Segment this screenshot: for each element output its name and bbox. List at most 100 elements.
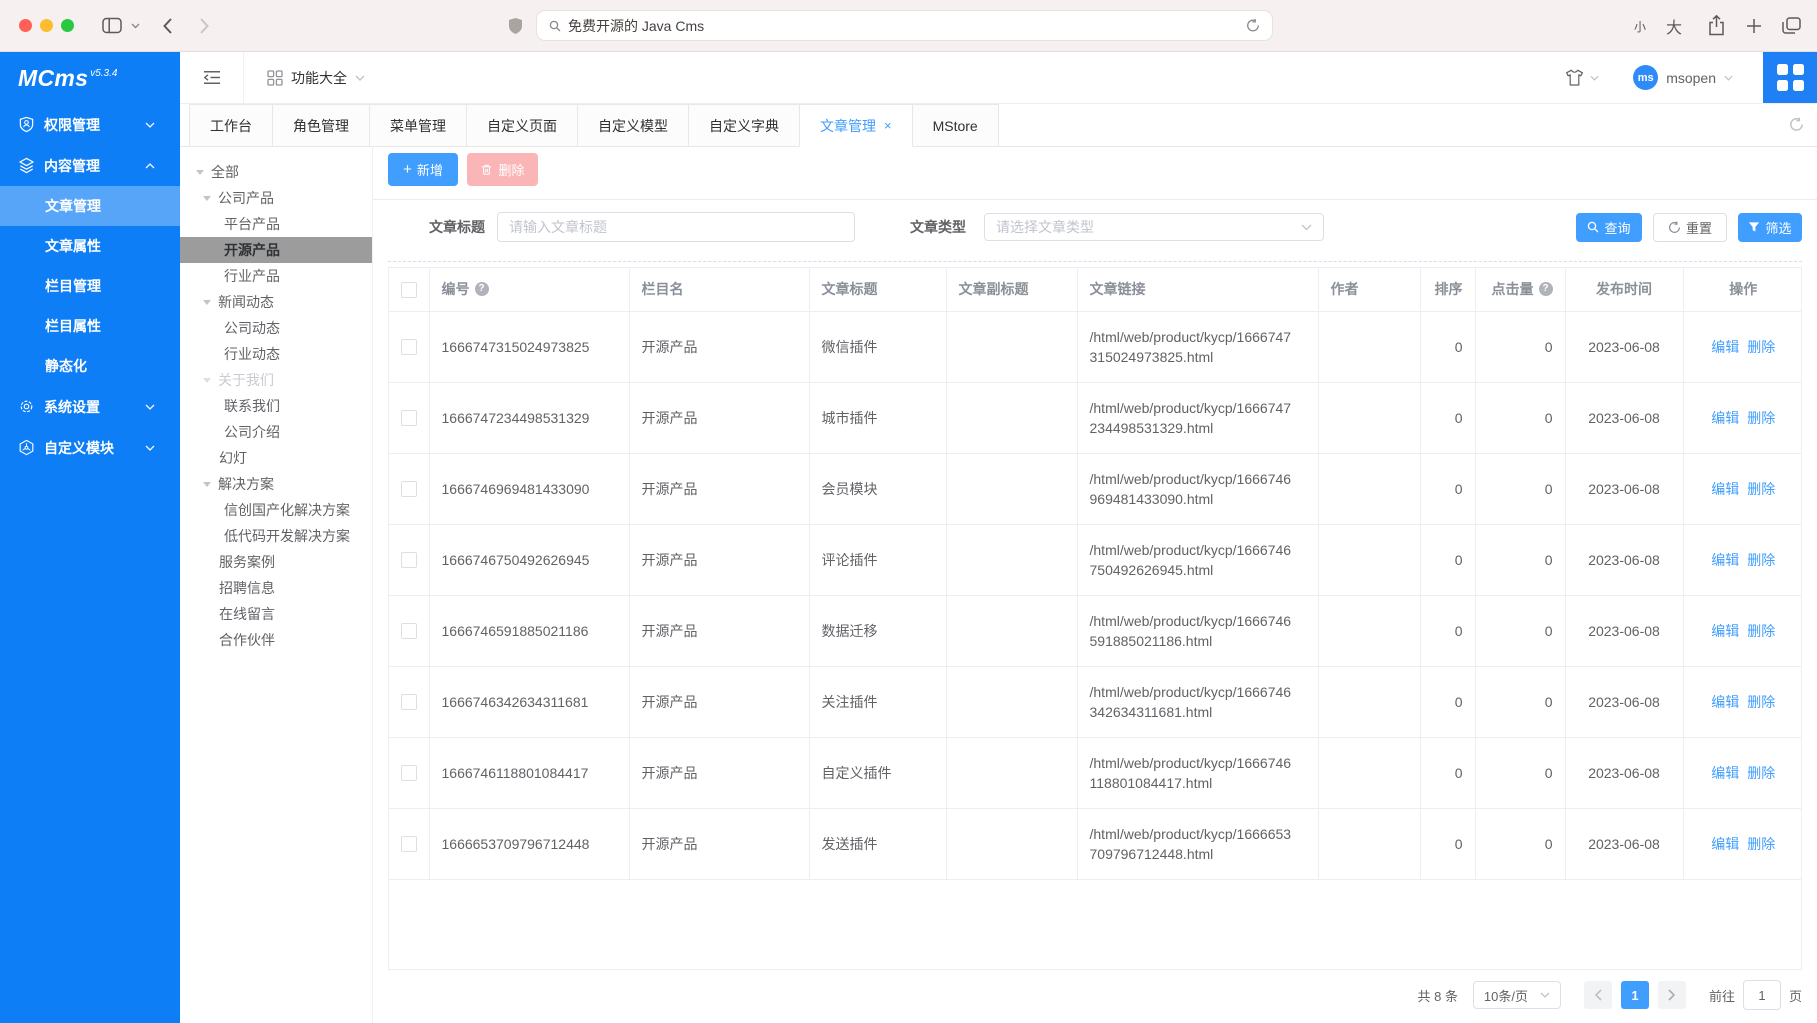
tree-item[interactable]: 平台产品	[180, 211, 372, 237]
edit-link[interactable]: 编辑	[1711, 552, 1739, 568]
caret-down-icon[interactable]	[196, 170, 204, 175]
reload-icon[interactable]	[1246, 18, 1260, 33]
caret-down-icon[interactable]	[203, 482, 211, 487]
row-checkbox[interactable]	[401, 623, 417, 639]
tree-item[interactable]: 联系我们	[180, 393, 372, 419]
add-button[interactable]: + 新增	[388, 153, 458, 186]
tree-item[interactable]: 低代码开发解决方案	[180, 523, 372, 549]
sidebar-group-settings[interactable]: 系统设置	[0, 386, 180, 427]
tab-4[interactable]: 自定义页面	[466, 104, 578, 147]
delete-link[interactable]: 删除	[1747, 694, 1775, 710]
delete-link[interactable]: 删除	[1747, 552, 1775, 568]
current-page-button[interactable]: 1	[1621, 981, 1649, 1009]
delete-link[interactable]: 删除	[1747, 410, 1775, 426]
tree-item[interactable]: 开源产品	[180, 237, 372, 263]
tree-item[interactable]: 在线留言	[180, 601, 372, 627]
delete-link[interactable]: 删除	[1747, 481, 1775, 497]
tree-item[interactable]: 幻灯	[180, 445, 372, 471]
edit-link[interactable]: 编辑	[1711, 694, 1739, 710]
row-checkbox[interactable]	[401, 552, 417, 568]
sidebar-subitem-4[interactable]: 栏目属性	[0, 306, 180, 346]
caret-down-icon[interactable]	[203, 378, 211, 383]
new-tab-icon[interactable]	[1746, 18, 1762, 34]
caret-down-icon[interactable]	[203, 300, 211, 305]
tab-3[interactable]: 菜单管理	[369, 104, 467, 147]
tab-6[interactable]: 自定义字典	[688, 104, 800, 147]
prev-page-button[interactable]	[1584, 981, 1612, 1009]
reset-button[interactable]: 重置	[1653, 213, 1727, 242]
close-window-button[interactable]	[19, 19, 32, 32]
tree-item[interactable]: 招聘信息	[180, 575, 372, 601]
row-checkbox[interactable]	[401, 836, 417, 852]
text-zoom-in-icon[interactable]: 大	[1666, 14, 1682, 38]
caret-down-icon[interactable]	[203, 196, 211, 201]
edit-link[interactable]: 编辑	[1711, 765, 1739, 781]
sidebar-group-custom-modules[interactable]: 自定义模块	[0, 427, 180, 468]
tab-close-icon[interactable]: ×	[884, 119, 892, 132]
tree-item[interactable]: 服务案例	[180, 549, 372, 575]
query-button[interactable]: 查询	[1576, 213, 1642, 242]
page-size-select[interactable]: 10条/页	[1473, 981, 1561, 1009]
tree-item[interactable]: 公司动态	[180, 315, 372, 341]
title-filter-input[interactable]	[497, 212, 855, 242]
delete-button[interactable]: 删除	[467, 153, 538, 186]
sidebar-subitem-3[interactable]: 栏目管理	[0, 266, 180, 306]
tree-item[interactable]: 解决方案	[180, 471, 372, 497]
tree-item[interactable]: 行业产品	[180, 263, 372, 289]
user-menu[interactable]: ms msopen	[1633, 65, 1733, 90]
refresh-tabs-icon[interactable]	[1789, 117, 1804, 137]
row-checkbox[interactable]	[401, 765, 417, 781]
delete-link[interactable]: 删除	[1747, 339, 1775, 355]
address-bar[interactable]: 免费开源的 Java Cms	[536, 10, 1273, 41]
feature-menu[interactable]: 功能大全	[267, 68, 365, 88]
app-logo[interactable]: MCms v5.3.4	[0, 52, 180, 104]
privacy-shield-icon[interactable]	[508, 17, 523, 40]
maximize-window-button[interactable]	[61, 19, 74, 32]
row-checkbox[interactable]	[401, 481, 417, 497]
apps-grid-button[interactable]	[1763, 52, 1817, 103]
tab-1[interactable]: 工作台	[189, 104, 273, 147]
tab-5[interactable]: 自定义模型	[577, 104, 689, 147]
share-icon[interactable]	[1708, 15, 1725, 36]
delete-link[interactable]: 删除	[1747, 765, 1775, 781]
tree-item[interactable]: 行业动态	[180, 341, 372, 367]
sidebar-group-content[interactable]: 内容管理	[0, 145, 180, 186]
tab-overview-icon[interactable]	[1782, 17, 1801, 34]
edit-link[interactable]: 编辑	[1711, 339, 1739, 355]
edit-link[interactable]: 编辑	[1711, 623, 1739, 639]
tree-item[interactable]: 新闻动态	[180, 289, 372, 315]
next-page-button[interactable]	[1658, 981, 1686, 1009]
sidebar-subitem-5[interactable]: 静态化	[0, 346, 180, 386]
filter-button[interactable]: 筛选	[1738, 213, 1802, 242]
text-zoom-out-icon[interactable]: 小	[1634, 18, 1646, 35]
select-all-checkbox[interactable]	[401, 282, 417, 298]
theme-skin-button[interactable]	[1565, 69, 1599, 86]
tab-8[interactable]: MStore	[912, 104, 999, 147]
tree-item[interactable]: 全部	[180, 159, 372, 185]
tree-item[interactable]: 公司产品	[180, 185, 372, 211]
tree-item[interactable]: 信创国产化解决方案	[180, 497, 372, 523]
edit-link[interactable]: 编辑	[1711, 481, 1739, 497]
sidebar-chevron-icon[interactable]	[131, 23, 140, 29]
delete-link[interactable]: 删除	[1747, 836, 1775, 852]
sidebar-subitem-1[interactable]: 文章管理	[0, 186, 180, 226]
sidebar-subitem-2[interactable]: 文章属性	[0, 226, 180, 266]
tab-2[interactable]: 角色管理	[272, 104, 370, 147]
edit-link[interactable]: 编辑	[1711, 410, 1739, 426]
delete-link[interactable]: 删除	[1747, 623, 1775, 639]
tree-item[interactable]: 公司介绍	[180, 419, 372, 445]
collapse-sidebar-icon[interactable]	[203, 70, 221, 85]
row-checkbox[interactable]	[401, 694, 417, 710]
goto-page-input[interactable]	[1743, 980, 1781, 1010]
row-checkbox[interactable]	[401, 339, 417, 355]
type-filter-select[interactable]: 请选择文章类型	[984, 213, 1324, 241]
back-icon[interactable]	[162, 17, 173, 35]
tree-item[interactable]: 关于我们	[180, 367, 372, 393]
tree-item[interactable]: 合作伙伴	[180, 627, 372, 653]
forward-icon[interactable]	[199, 17, 210, 35]
tab-7[interactable]: 文章管理×	[799, 104, 913, 147]
edit-link[interactable]: 编辑	[1711, 836, 1739, 852]
sidebar-toggle-icon[interactable]	[102, 17, 122, 34]
minimize-window-button[interactable]	[40, 19, 53, 32]
row-checkbox[interactable]	[401, 410, 417, 426]
